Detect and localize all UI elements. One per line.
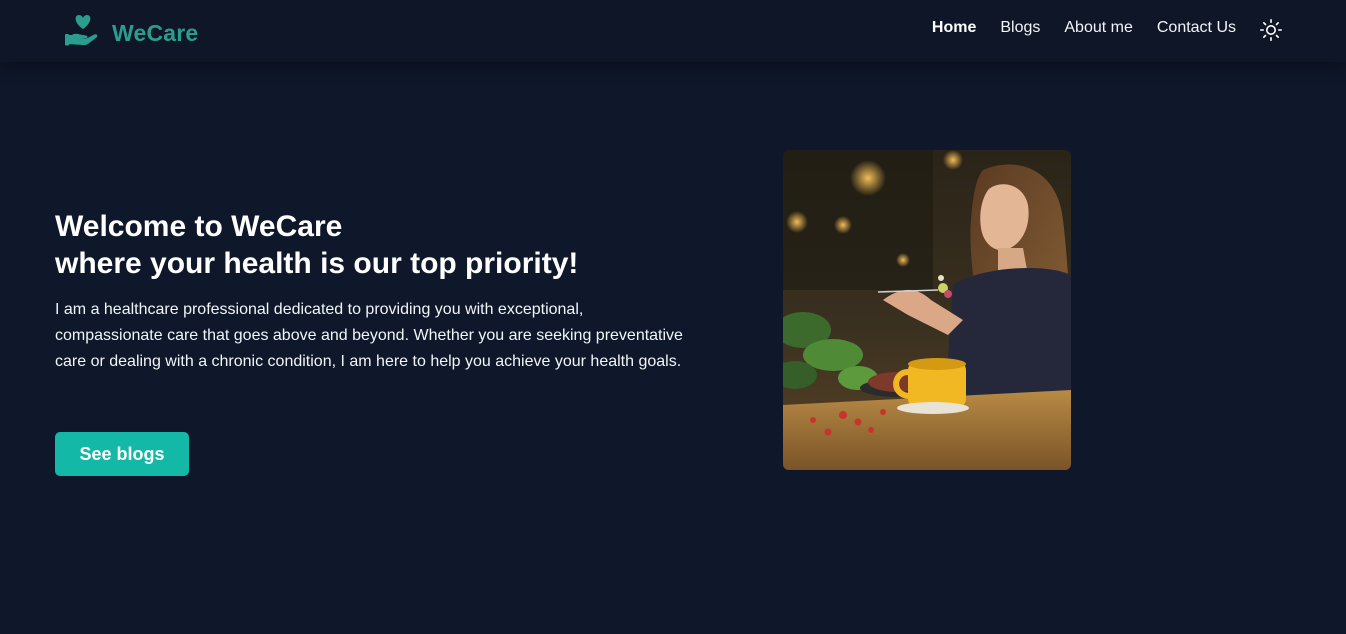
hero-title-line-1: Welcome to WeCare	[55, 210, 343, 243]
nav-link-home[interactable]: Home	[932, 19, 976, 37]
hero-description: I am a healthcare professional dedicated…	[55, 301, 683, 370]
nav-link-contact-us[interactable]: Contact Us	[1157, 19, 1236, 37]
see-blogs-button[interactable]: See blogs	[55, 432, 189, 476]
nav-links: Home Blogs About me Contact Us	[908, 19, 1236, 37]
brand-name: WeCare	[112, 19, 199, 46]
sun-icon[interactable]	[1259, 18, 1283, 42]
hero-heading: Welcome to WeCare where your health is o…	[55, 208, 578, 282]
nav-link-about-me[interactable]: About me	[1064, 19, 1132, 37]
nav-link-blogs[interactable]: Blogs	[1000, 19, 1040, 37]
brand-link[interactable]: WeCare	[64, 10, 198, 50]
woman-eating-salad-photo	[783, 150, 1071, 470]
navbar: WeCare Home Blogs About me Contact Us	[0, 0, 1346, 62]
heart-in-hand-icon	[65, 15, 98, 46]
hero-title-line-2: where your health is our top priority!	[55, 247, 579, 280]
